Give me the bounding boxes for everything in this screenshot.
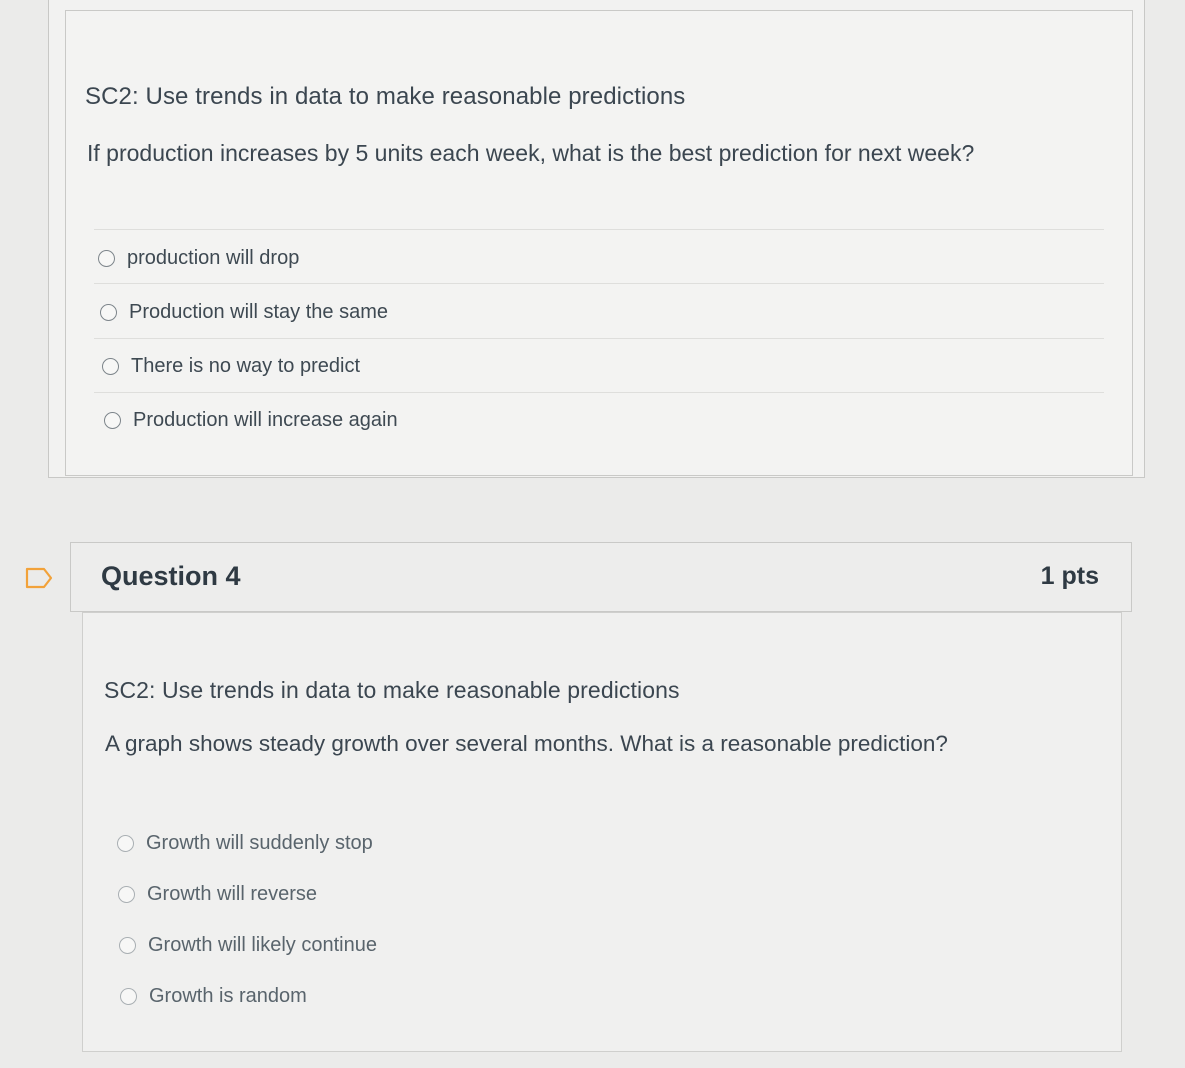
- radio-button-icon[interactable]: [120, 988, 137, 1005]
- answer-label-1: production will drop: [127, 247, 300, 269]
- answer-label-3: Growth will likely continue: [148, 934, 377, 956]
- answer-option-3[interactable]: Growth will likely continue: [119, 934, 377, 957]
- answer-option-4[interactable]: Growth is random: [120, 985, 307, 1008]
- answer-option-1[interactable]: production will drop: [98, 247, 299, 270]
- answer-option-1[interactable]: Growth will suddenly stop: [117, 832, 373, 855]
- answer-divider: [94, 283, 1104, 284]
- answers-divider-top: [94, 229, 1104, 230]
- answer-option-3[interactable]: There is no way to predict: [102, 355, 360, 378]
- question-3-prompt: If production increases by 5 units each …: [87, 140, 975, 166]
- answer-divider: [94, 338, 1104, 339]
- question-3-standard: SC2: Use trends in data to make reasonab…: [85, 83, 686, 110]
- answer-label-4: Growth is random: [149, 985, 307, 1007]
- question-4-standard: SC2: Use trends in data to make reasonab…: [104, 677, 680, 703]
- radio-button-icon[interactable]: [104, 412, 121, 429]
- radio-button-icon[interactable]: [98, 250, 115, 267]
- question-points: 1 pts: [1040, 562, 1099, 590]
- question-title: Question 4: [101, 561, 241, 591]
- radio-button-icon[interactable]: [118, 886, 135, 903]
- question-4-card: SC2: Use trends in data to make reasonab…: [82, 612, 1122, 1052]
- radio-button-icon[interactable]: [102, 358, 119, 375]
- flag-outline-icon[interactable]: [24, 566, 54, 595]
- answer-option-2[interactable]: Growth will reverse: [118, 883, 317, 906]
- answer-label-3: There is no way to predict: [131, 355, 360, 377]
- radio-button-icon[interactable]: [100, 304, 117, 321]
- answer-option-4[interactable]: Production will increase again: [104, 409, 398, 432]
- answer-option-2[interactable]: Production will stay the same: [100, 301, 388, 324]
- question-4-prompt: A graph shows steady growth over several…: [105, 731, 948, 756]
- answer-label-2: Production will stay the same: [129, 301, 389, 323]
- radio-button-icon[interactable]: [117, 835, 134, 852]
- answer-label-2: Growth will reverse: [147, 883, 318, 905]
- question-3-card: SC2: Use trends in data to make reasonab…: [65, 10, 1133, 476]
- answer-divider: [94, 392, 1104, 393]
- answer-label-4: Production will increase again: [133, 409, 398, 431]
- answer-label-1: Growth will suddenly stop: [146, 832, 373, 854]
- radio-button-icon[interactable]: [119, 937, 136, 954]
- question-4-header: Question 4 1 pts: [70, 542, 1132, 612]
